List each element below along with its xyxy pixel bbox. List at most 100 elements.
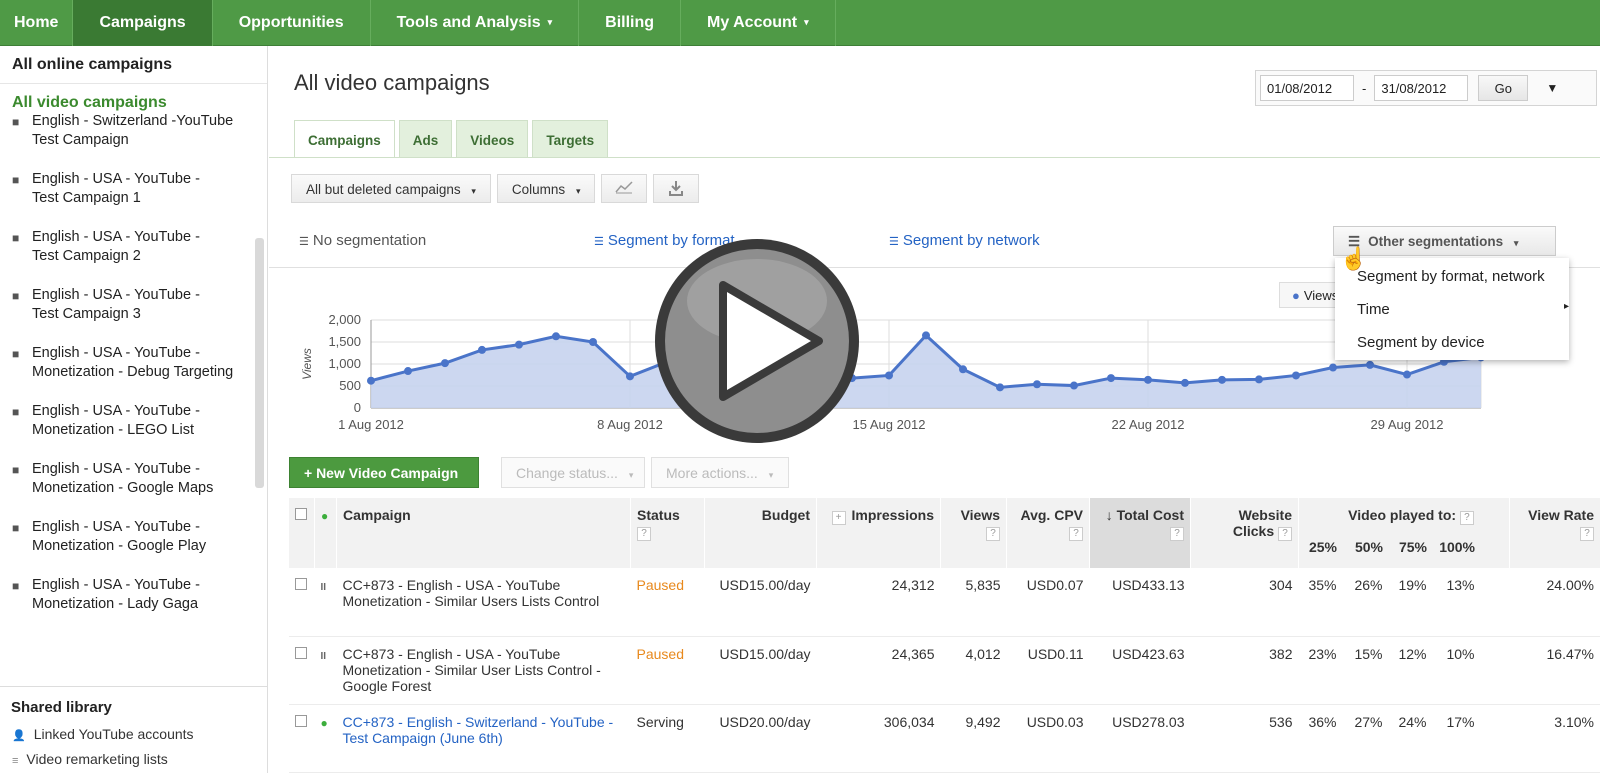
table-header-row: ● Campaign Status? Budget + Impressions V… xyxy=(288,498,1600,568)
menu-item-format-network[interactable]: Segment by format, network xyxy=(1357,268,1545,285)
col-website-clicks[interactable]: Website Clicks ? xyxy=(1190,498,1299,568)
row-budget[interactable]: USD15.00/day xyxy=(704,568,817,637)
col-p75[interactable]: 75% xyxy=(1389,539,1433,555)
sidebar-campaign-item[interactable]: ■ English - USA - YouTube - Test Campaign … xyxy=(0,286,267,344)
col-impressions[interactable]: + Impressions xyxy=(816,498,941,568)
sidebar-campaign-label: English - USA - YouTube - Monetization - … xyxy=(32,577,200,612)
nav-billing[interactable]: Billing xyxy=(579,0,682,46)
status-dot-header: ● xyxy=(314,498,337,568)
help-icon[interactable]: ? xyxy=(1580,527,1594,541)
filter-label: All but deleted campaigns xyxy=(306,182,461,197)
columns-dropdown[interactable]: Columns ▾ xyxy=(496,174,596,203)
row-status-icon-cell: ● xyxy=(314,704,337,773)
row-view-rate: 24.00% xyxy=(1509,568,1600,637)
dropdown-arrow-icon[interactable]: ▼ xyxy=(1546,81,1558,95)
x-tick-label: 29 Aug 2012 xyxy=(1370,417,1443,432)
tab-targets[interactable]: Targets xyxy=(532,120,609,158)
tab-campaigns[interactable]: Campaigns xyxy=(294,120,395,158)
nav-home[interactable]: Home xyxy=(0,0,74,46)
expand-plus-icon[interactable]: + xyxy=(831,511,846,525)
row-checkbox[interactable] xyxy=(294,646,307,659)
row-campaign-name[interactable]: CC+873 - English - Switzerland - YouTube… xyxy=(336,704,631,773)
pause-icon[interactable]: II xyxy=(321,582,327,593)
data-point xyxy=(1329,363,1337,372)
help-icon[interactable]: ? xyxy=(637,527,651,541)
sidebar-campaign-item[interactable]: ■ English - USA - YouTube - Monetization -… xyxy=(0,344,267,402)
row-budget[interactable]: USD20.00/day xyxy=(704,704,817,773)
play-button-icon[interactable] xyxy=(651,235,863,447)
y-tick-label: 2,000 xyxy=(328,312,361,327)
tab-videos[interactable]: Videos xyxy=(456,120,529,158)
sidebar-scrollbar[interactable] xyxy=(255,238,264,488)
nav-my-account[interactable]: My Account ▾ xyxy=(681,0,836,46)
nav-campaigns[interactable]: Campaigns xyxy=(73,0,213,46)
col-p25[interactable]: 25% xyxy=(1299,539,1343,555)
row-p50: 27% xyxy=(1354,713,1383,730)
nav-tools-and-analysis[interactable]: Tools and Analysis ▾ xyxy=(371,0,580,46)
caret-down-icon: ▾ xyxy=(575,186,581,196)
campaign-filter-dropdown[interactable]: All but deleted campaigns ▾ xyxy=(291,174,491,203)
menu-item-device[interactable]: Segment by device xyxy=(1357,334,1485,351)
sidebar-campaign-item[interactable]: ■ English - USA - YouTube - Monetization -… xyxy=(0,576,267,634)
row-website-clicks: 536 xyxy=(1190,704,1299,773)
row-view-rate: 3.10% xyxy=(1509,704,1600,773)
col-p100[interactable]: 100% xyxy=(1433,539,1481,555)
more-actions-dropdown[interactable]: More actions... ▾ xyxy=(651,457,789,488)
sidebar-campaign-item[interactable]: ■ English - USA - YouTube - Monetization -… xyxy=(0,402,267,460)
col-views[interactable]: Views? xyxy=(940,498,1007,568)
serving-dot-icon[interactable]: ● xyxy=(321,716,328,730)
sidebar-campaign-item[interactable]: ■ English - USA - YouTube - Test Campaign … xyxy=(0,170,267,228)
row-budget[interactable]: USD15.00/day xyxy=(704,636,817,705)
new-video-campaign-button[interactable]: + New Video Campaign xyxy=(289,457,479,488)
nav-opportunities[interactable]: Opportunities xyxy=(213,0,371,46)
help-icon[interactable]: ? xyxy=(1278,527,1292,541)
start-date-input[interactable]: 01/08/2012 xyxy=(1260,75,1354,101)
sidebar-video-remarketing-lists[interactable]: ≡ Video remarketing lists xyxy=(12,751,168,767)
no-segmentation-option[interactable]: ☰ No segmentation xyxy=(299,232,426,249)
col-p50[interactable]: 50% xyxy=(1343,539,1389,555)
col-total-cost[interactable]: ↓ Total Cost? xyxy=(1089,498,1191,568)
row-views: 9,492 xyxy=(940,704,1007,773)
other-segmentations-label: Other segmentations xyxy=(1368,234,1504,249)
end-date-input[interactable]: 31/08/2012 xyxy=(1374,75,1469,101)
col-budget[interactable]: Budget xyxy=(704,498,817,568)
table-row: II CC+873 - English - USA - YouTube Monet… xyxy=(288,568,1600,637)
y-axis-label: Views xyxy=(300,348,314,380)
help-icon[interactable]: ? xyxy=(1459,511,1474,525)
sidebar-campaign-item[interactable]: ■ English - USA - YouTube - Monetization -… xyxy=(0,460,267,518)
row-avg-cpv: USD0.11 xyxy=(1006,636,1090,705)
pause-icon[interactable]: II xyxy=(321,651,327,662)
sidebar-linked-youtube-accounts[interactable]: 👤 Linked YouTube accounts xyxy=(12,726,194,742)
col-status[interactable]: Status? xyxy=(630,498,705,568)
help-icon[interactable]: ? xyxy=(1069,527,1083,541)
segment-by-network-link[interactable]: ☰ Segment by network xyxy=(889,232,1040,249)
row-checkbox[interactable] xyxy=(294,714,307,727)
go-button[interactable]: Go xyxy=(1478,75,1529,101)
sidebar-all-online-campaigns[interactable]: All online campaigns xyxy=(0,46,267,84)
sidebar-campaign-item[interactable]: ■ English - USA - YouTube - Monetization -… xyxy=(0,518,267,576)
select-all-header xyxy=(288,498,315,568)
help-icon[interactable]: ? xyxy=(986,527,1000,541)
folder-icon: ■ xyxy=(12,579,20,593)
select-all-checkbox[interactable] xyxy=(295,508,307,520)
main-content: All video campaigns 01/08/2012 - 31/08/2… xyxy=(269,46,1600,773)
no-segmentation-label: No segmentation xyxy=(312,232,427,249)
sidebar-campaign-item[interactable]: ■ English - Switzerland -YouTube Test Camp… xyxy=(0,112,267,170)
sidebar-divider xyxy=(0,686,267,687)
menu-item-time[interactable]: Time ▸ xyxy=(1357,301,1569,318)
download-button[interactable] xyxy=(653,174,700,203)
campaigns-table: ● Campaign Status? Budget + Impressions V… xyxy=(288,498,1600,773)
change-status-dropdown[interactable]: Change status... ▾ xyxy=(501,457,645,488)
chart-toggle-button[interactable] xyxy=(601,174,648,203)
sidebar-all-video-campaigns[interactable]: All video campaigns xyxy=(0,84,267,112)
tab-ads[interactable]: Ads xyxy=(398,120,453,158)
col-total-cost-label: Total Cost xyxy=(1116,507,1184,523)
help-icon[interactable]: ? xyxy=(1170,527,1184,541)
row-checkbox[interactable] xyxy=(294,578,307,590)
col-avg-cpv[interactable]: Avg. CPV? xyxy=(1006,498,1090,568)
sidebar-campaign-label: English - USA - YouTube - Monetization - … xyxy=(32,403,200,438)
row-p50: 26% xyxy=(1354,577,1383,593)
col-view-rate[interactable]: View Rate? xyxy=(1509,498,1600,568)
col-campaign[interactable]: Campaign xyxy=(336,498,631,568)
sidebar-campaign-item[interactable]: ■ English - USA - YouTube - Test Campaign … xyxy=(0,228,267,286)
